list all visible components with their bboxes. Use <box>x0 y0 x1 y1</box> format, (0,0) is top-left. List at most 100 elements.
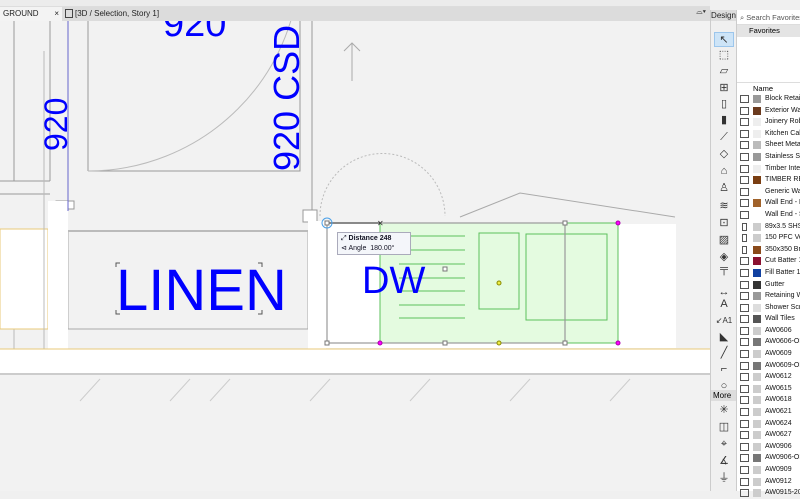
object-tool-icon[interactable]: ♙ <box>714 181 734 196</box>
favorite-item[interactable]: AW0609 <box>737 348 800 360</box>
favorites-list: Block Retaini Exterior Wall Joinery Robe Ki… <box>737 93 800 499</box>
tab-ground-floor[interactable]: GROUND FLO...× <box>0 7 62 32</box>
favorite-item[interactable]: AW0612 <box>737 371 800 383</box>
favorite-item[interactable]: 89x3.5 SHS <box>737 221 800 233</box>
figure-tool-icon[interactable]: ◫ <box>714 420 734 435</box>
favorite-item[interactable]: AW0618 <box>737 394 800 406</box>
favorite-item[interactable]: AW0906-OBS <box>737 452 800 464</box>
dimension-text-csd[interactable]: 920 CSD <box>266 25 308 171</box>
favorite-item[interactable]: AW0909 <box>737 464 800 476</box>
favorite-item[interactable]: AW0912 <box>737 476 800 488</box>
favorite-item[interactable]: Generic Wall <box>737 186 800 198</box>
favorite-item-label: Exterior Wall <box>765 106 800 114</box>
favorite-item[interactable]: AW0606-OBS <box>737 336 800 348</box>
favorite-item[interactable]: Wall End - St <box>737 209 800 221</box>
window-type-icon <box>740 396 749 405</box>
favorite-item[interactable]: Joinery Robe <box>737 116 800 128</box>
material-swatch-icon <box>753 384 761 393</box>
favorite-item[interactable]: Retaining W <box>737 290 800 302</box>
label-tool-icon[interactable]: ↙A1 <box>714 313 734 328</box>
search-favorites-input[interactable]: ⌕ Search Favorites <box>737 10 800 25</box>
material-swatch-icon <box>753 419 761 428</box>
scale-dropdown-icon[interactable]: ⌓▾ <box>696 7 706 17</box>
wall-type-icon <box>740 164 749 173</box>
favorite-item-label: Stainless Ste <box>765 152 800 160</box>
level-dimension-tool-icon[interactable]: ⌖ <box>714 437 734 452</box>
favorite-item[interactable]: Sheet Metal <box>737 139 800 151</box>
favorite-item[interactable]: Cut Batter 1:2 <box>737 255 800 267</box>
favorite-item[interactable]: Wall End - P <box>737 197 800 209</box>
favorite-item[interactable]: 350x350 Brick <box>737 244 800 256</box>
favorites-panel: ⌕ Search Favorites Favorites Name Block … <box>736 10 800 498</box>
elevation-dimension-tool-icon[interactable]: ⏚ <box>714 471 734 486</box>
name-column-header[interactable]: Name <box>737 82 800 93</box>
roof-tool-icon[interactable]: ⌂ <box>714 164 734 179</box>
favorite-item[interactable]: AW0606 <box>737 325 800 337</box>
window-type-icon <box>740 442 749 451</box>
favorites-folder[interactable]: Favorites <box>737 25 800 37</box>
favorite-item[interactable]: Block Retaini <box>737 93 800 105</box>
favorite-item[interactable]: AW0615 <box>737 383 800 395</box>
window-type-icon <box>740 326 749 335</box>
material-swatch-icon <box>753 129 761 138</box>
wall-type-icon <box>740 152 749 161</box>
mesh-tool-icon[interactable]: ▨ <box>714 233 734 248</box>
favorite-item[interactable]: Timber Inter <box>737 163 800 175</box>
hotspot-tool-icon[interactable]: ✳ <box>714 403 734 418</box>
favorite-item[interactable]: AW0609-OBS <box>737 360 800 372</box>
wall-type-icon <box>740 199 749 208</box>
distance-icon: ⤢ <box>341 235 349 242</box>
svg-text:✕: ✕ <box>377 219 384 228</box>
favorite-item[interactable]: Kitchen Cabi <box>737 128 800 140</box>
material-swatch-icon <box>753 431 761 440</box>
window-tool-icon[interactable]: ⊞ <box>714 81 734 96</box>
polyline-tool-icon[interactable]: ⌐ <box>714 362 734 377</box>
material-swatch-icon <box>753 280 761 289</box>
favorite-item[interactable]: TIMBER RETA <box>737 174 800 186</box>
floor-plan-canvas[interactable]: ✕ 920 920 920 CSD LINEN DW ⤢ Distance 24… <box>0 21 710 491</box>
dimension-text-left[interactable]: 920 <box>38 98 75 151</box>
railing-tool-icon[interactable]: ╤ <box>714 262 734 277</box>
angle-value[interactable]: 180.00° <box>370 245 394 252</box>
tab-3d-selection[interactable]: [3D / Selection, Story 1] <box>62 7 227 21</box>
favorite-item[interactable]: Fill Batter 1:2 <box>737 267 800 279</box>
window-type-icon <box>740 454 749 463</box>
tab-bar: GROUND FLO...× [3D / Selection, Story 1]… <box>0 7 710 32</box>
favorite-item[interactable]: AW0915-20 <box>737 487 800 499</box>
distance-value[interactable]: 248 <box>380 235 392 242</box>
stair-tool-icon[interactable]: ≋ <box>714 199 734 214</box>
more-tools-header[interactable]: More <box>711 390 737 401</box>
object-label-dw[interactable]: DW <box>362 261 425 301</box>
slab-tool-icon[interactable]: ◇ <box>714 147 734 162</box>
wall-type-icon <box>740 106 749 115</box>
fill-tool-icon[interactable]: ◣ <box>714 330 734 345</box>
favorite-item[interactable]: 150 PFC Verti <box>737 232 800 244</box>
dimension-text-top[interactable]: 920 <box>163 21 226 46</box>
favorite-item[interactable]: Shower Scre <box>737 302 800 314</box>
column-tool-icon[interactable]: ▮ <box>714 113 734 128</box>
beam-tool-icon[interactable]: ⟋ <box>714 130 734 145</box>
material-swatch-icon <box>753 454 761 463</box>
favorite-item[interactable]: Gutter <box>737 279 800 291</box>
favorite-item-label: Block Retaini <box>765 95 800 102</box>
zone-label-linen[interactable]: LINEN <box>116 262 287 320</box>
material-swatch-icon <box>753 176 761 185</box>
door-tool-icon[interactable]: ▯ <box>714 97 734 112</box>
favorite-item[interactable]: AW0621 <box>737 406 800 418</box>
angle-dimension-tool-icon[interactable]: ∡ <box>714 454 734 469</box>
favorite-item[interactable]: AW0906 <box>737 441 800 453</box>
marquee-tool-icon[interactable]: ⬚ <box>714 48 734 63</box>
favorite-item[interactable]: Stainless Ste <box>737 151 800 163</box>
text-tool-icon[interactable]: A <box>714 297 734 312</box>
favorite-item[interactable]: AW0624 <box>737 418 800 430</box>
close-icon[interactable]: × <box>54 7 59 21</box>
wall-tool-icon[interactable]: ▱ <box>714 64 734 79</box>
arrow-tool-icon[interactable]: ↖ <box>714 32 734 47</box>
zone-tool-icon[interactable]: ⊡ <box>714 216 734 231</box>
material-swatch-icon <box>753 315 761 324</box>
line-tool-icon[interactable]: ╱ <box>714 346 734 361</box>
toolbox: Design ↖ ⬚ ▱ ⊞ ▯ ▮ ⟋ ◇ ⌂ ♙ ≋ ⊡ ▨ ◈ ╤ ↔ A ↙A1 ◣ ╱ ⌐ ○ ✳ ◫ ⌖ ∡ ⏚ Mor… <box>710 10 737 491</box>
favorite-item[interactable]: Wall Tiles <box>737 313 800 325</box>
favorite-item[interactable]: AW0627 <box>737 429 800 441</box>
favorite-item[interactable]: Exterior Wall <box>737 105 800 117</box>
